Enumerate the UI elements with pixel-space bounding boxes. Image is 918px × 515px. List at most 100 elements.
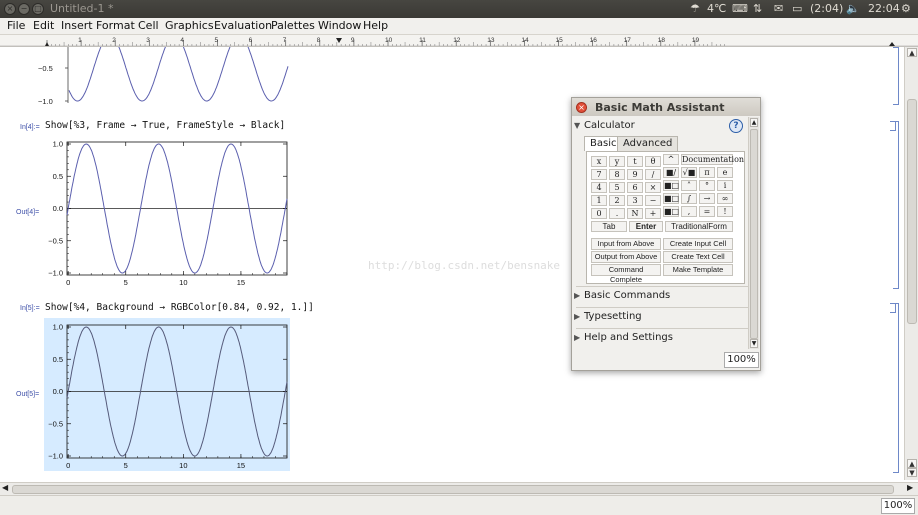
scroll-down-arrow-icon[interactable]: ▼ xyxy=(907,468,917,477)
help-and-settings-section-header[interactable]: ▶ Help and Settings xyxy=(574,332,673,343)
cell-bracket[interactable] xyxy=(893,47,899,105)
key-degree[interactable]: ° xyxy=(699,180,715,191)
create-input-cell-button[interactable]: Create Input Cell xyxy=(663,238,733,250)
key-t[interactable]: t xyxy=(627,156,643,167)
cell-group-bracket[interactable] xyxy=(893,303,899,473)
key-subscript-template[interactable]: ■□ xyxy=(663,193,679,204)
traditional-form-key[interactable]: TraditionalForm xyxy=(665,221,733,232)
scroll-left-arrow-icon[interactable]: ◀ xyxy=(2,483,8,492)
vertical-scrollbar[interactable]: ▲ ▲ ▼ xyxy=(904,47,918,480)
key-comma[interactable]: , xyxy=(681,206,697,217)
zoom-level-menu[interactable]: 100% xyxy=(881,498,915,514)
ruler[interactable]: 1 2 3 4 5 6 7 8 9 10 11 12 13 14 15 16 17 18 19 xyxy=(0,35,918,47)
command-complete-button[interactable]: Command Complete xyxy=(591,264,661,284)
key-plus[interactable]: + xyxy=(645,208,661,219)
horizontal-scroll-thumb[interactable] xyxy=(12,485,894,494)
maximize-window-button[interactable]: □ xyxy=(32,3,44,15)
key-sqrt[interactable]: √■ xyxy=(681,167,697,178)
background-sine-plot[interactable]: 1.0 0.5 0.0 −0.5 −1.00 5 10 15 xyxy=(44,318,290,471)
typesetting-section-header[interactable]: ▶ Typesetting xyxy=(574,311,642,322)
clock[interactable]: 22:04 xyxy=(868,2,900,15)
create-text-cell-button[interactable]: Create Text Cell xyxy=(663,251,733,263)
scroll-up-arrow-icon[interactable]: ▲ xyxy=(907,459,917,468)
menu-evaluation[interactable]: Evaluation xyxy=(214,19,272,32)
menu-help[interactable]: Help xyxy=(363,19,388,32)
vertical-scroll-thumb[interactable] xyxy=(907,99,917,324)
key-2[interactable]: 2 xyxy=(609,195,625,206)
key-infinity[interactable]: ∞ xyxy=(717,193,733,204)
weather-icon[interactable]: ☂ xyxy=(690,2,700,15)
key-factorial[interactable]: ! xyxy=(717,206,733,217)
key-9[interactable]: 9 xyxy=(627,169,643,180)
key-7[interactable]: 7 xyxy=(591,169,607,180)
menu-palettes[interactable]: Palettes xyxy=(271,19,315,32)
framed-sine-plot[interactable]: 1.0 0.5 0.0 −0.5 −1.00 5 10 15 xyxy=(44,135,294,285)
input-from-above-button[interactable]: Input from Above xyxy=(591,238,661,250)
help-icon[interactable]: ? xyxy=(729,119,743,133)
key-e[interactable]: e xyxy=(717,167,733,178)
scroll-down-arrow-icon[interactable]: ▼ xyxy=(750,339,758,348)
close-palette-icon[interactable]: × xyxy=(576,102,587,113)
key-equals[interactable]: = xyxy=(699,206,715,217)
key-5[interactable]: 5 xyxy=(609,182,625,193)
key-integral[interactable]: ∫ xyxy=(681,193,697,204)
key-y[interactable]: y xyxy=(609,156,625,167)
calculator-section-header[interactable]: ▼ Calculator xyxy=(574,120,635,131)
enter-key[interactable]: Enter xyxy=(629,221,663,232)
key-divide[interactable]: / xyxy=(645,169,661,180)
menu-graphics[interactable]: Graphics xyxy=(165,19,214,32)
menu-window[interactable]: Window xyxy=(318,19,361,32)
scroll-up-arrow-icon[interactable]: ▲ xyxy=(750,118,758,127)
palette-scroll-thumb[interactable] xyxy=(750,129,758,339)
horizontal-scrollbar[interactable]: ◀ ▶ xyxy=(0,482,918,495)
make-template-button[interactable]: Make Template xyxy=(663,264,733,276)
key-1[interactable]: 1 xyxy=(591,195,607,206)
menu-format[interactable]: Format xyxy=(96,19,135,32)
menu-file[interactable]: File xyxy=(7,19,25,32)
minimize-window-button[interactable]: − xyxy=(18,3,30,15)
keyboard-icon[interactable]: ⌨ xyxy=(732,2,748,15)
key-6[interactable]: 6 xyxy=(627,182,643,193)
palette-scrollbar[interactable]: ▲ ▼ xyxy=(748,117,759,349)
key-i[interactable]: i xyxy=(717,180,733,191)
key-pi[interactable]: π xyxy=(699,167,715,178)
key-theta[interactable]: θ xyxy=(645,156,661,167)
key-4[interactable]: 4 xyxy=(591,182,607,193)
key-x[interactable]: x xyxy=(591,156,607,167)
key-matrix-template[interactable]: ■□ xyxy=(663,206,679,217)
gear-icon[interactable]: ⚙ xyxy=(901,2,911,15)
scroll-up-arrow-icon[interactable]: ▲ xyxy=(907,48,917,57)
menu-cell[interactable]: Cell xyxy=(138,19,159,32)
ruler-ticks: 1 2 3 4 5 6 7 8 9 10 11 12 13 14 15 16 17 18 19 xyxy=(0,37,918,47)
battery-icon[interactable]: ▭ xyxy=(792,2,802,15)
close-window-button[interactable]: × xyxy=(4,3,16,15)
key-power-template[interactable]: ■□ xyxy=(663,180,679,191)
key-0[interactable]: 0 xyxy=(591,208,607,219)
menu-insert[interactable]: Insert xyxy=(61,19,93,32)
key-power[interactable]: ^ xyxy=(663,154,679,165)
basic-commands-section-header[interactable]: ▶ Basic Commands xyxy=(574,290,670,301)
tab-key[interactable]: Tab xyxy=(591,221,627,232)
key-fraction-template[interactable]: ■/□ xyxy=(663,167,679,187)
menu-edit[interactable]: Edit xyxy=(33,19,54,32)
documentation-button[interactable]: Documentation xyxy=(681,154,744,165)
key-n[interactable]: N xyxy=(627,208,643,219)
key-3[interactable]: 3 xyxy=(627,195,643,206)
volume-icon[interactable]: 🔈 xyxy=(846,2,860,15)
key-dot[interactable]: . xyxy=(609,208,625,219)
palette-title-bar[interactable]: × Basic Math Assistant xyxy=(572,98,760,116)
mail-icon[interactable]: ✉ xyxy=(774,2,783,15)
cell-group-bracket[interactable] xyxy=(893,121,899,289)
tab-advanced[interactable]: Advanced xyxy=(617,136,679,151)
scroll-right-arrow-icon[interactable]: ▶ xyxy=(907,483,913,492)
input-cell-5[interactable]: Show[%4, Background → RGBColor[0.84, 0.9… xyxy=(45,302,314,313)
palette-zoom-menu[interactable]: 100% xyxy=(724,352,759,368)
key-arrow[interactable]: → xyxy=(699,193,715,204)
key-times[interactable]: × xyxy=(645,182,661,193)
key-8[interactable]: 8 xyxy=(609,169,625,180)
key-minus[interactable]: − xyxy=(645,195,661,206)
output-from-above-button[interactable]: Output from Above xyxy=(591,251,661,263)
network-icon[interactable]: ⇅ xyxy=(753,2,762,15)
key-caret[interactable]: ˄ xyxy=(681,180,697,191)
input-cell-4[interactable]: Show[%3, Frame → True, FrameStyle → Blac… xyxy=(45,120,285,131)
